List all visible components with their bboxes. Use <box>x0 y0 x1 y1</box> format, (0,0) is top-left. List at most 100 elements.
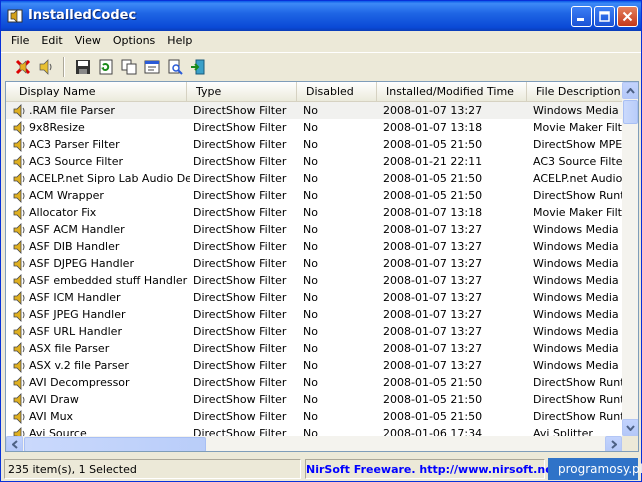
minimize-icon <box>577 18 584 21</box>
copy-button[interactable] <box>117 55 140 78</box>
table-row[interactable]: ACM Wrapper DirectShow Filter No 2008-01-05… <box>6 187 622 204</box>
cell-display-name: ASF ACM Handler <box>29 223 125 236</box>
cell-file-description: Windows Media Fil <box>533 359 622 372</box>
menu-edit[interactable]: Edit <box>35 31 68 51</box>
table-row[interactable]: ASF ICM Handler DirectShow Filter No 2008-0… <box>6 289 622 306</box>
scroll-down-button[interactable] <box>622 419 638 436</box>
cell-disabled: No <box>303 155 318 168</box>
cell-display-name: AVI Draw <box>29 393 79 406</box>
cell-type: DirectShow Filter <box>193 376 287 389</box>
nirsoft-link[interactable]: NirSoft Freeware. http://www.nirsoft.net <box>305 459 558 479</box>
cell-file-description: Movie Maker Filter <box>533 206 622 219</box>
table-row[interactable]: ASF URL Handler DirectShow Filter No 2008-0… <box>6 323 622 340</box>
close-button[interactable] <box>617 6 638 27</box>
table-row[interactable]: 9x8Resize DirectShow Filter No 2008-01-07 1… <box>6 119 622 136</box>
cell-file-description: DirectShow Runtim <box>533 189 622 202</box>
save-button[interactable] <box>71 55 94 78</box>
cell-file-description: Windows Media Fil <box>533 325 622 338</box>
exit-button[interactable] <box>186 55 209 78</box>
cell-disabled: No <box>303 342 318 355</box>
menu-help[interactable]: Help <box>161 31 198 51</box>
cell-disabled: No <box>303 206 318 219</box>
status-bar: 235 item(s), 1 Selected NirSoft Freeware… <box>1 455 642 481</box>
table-row[interactable]: ASF DIB Handler DirectShow Filter No 2008-0… <box>6 238 622 255</box>
cell-type: DirectShow Filter <box>193 393 287 406</box>
cell-display-name: AVI Decompressor <box>29 376 130 389</box>
column-disabled[interactable]: Disabled <box>297 82 377 101</box>
cell-file-description: DirectShow Runtim <box>533 393 622 406</box>
cell-installed-time: 2008-01-07 13:27 <box>383 257 483 270</box>
properties-icon <box>144 60 159 73</box>
cell-disabled: No <box>303 359 318 372</box>
cell-type: DirectShow Filter <box>193 274 287 287</box>
menu-view[interactable]: View <box>69 31 107 51</box>
menu-file[interactable]: File <box>5 31 35 51</box>
cell-installed-time: 2008-01-05 21:50 <box>383 172 483 185</box>
table-row[interactable]: AC3 Parser Filter DirectShow Filter No 2008… <box>6 136 622 153</box>
cell-disabled: No <box>303 121 318 134</box>
cell-disabled: No <box>303 393 318 406</box>
cell-type: DirectShow Filter <box>193 325 287 338</box>
horizontal-scroll-thumb[interactable] <box>24 437 206 451</box>
menu-bar: File Edit View Options Help <box>1 31 641 51</box>
maximize-button[interactable] <box>594 6 615 27</box>
column-type[interactable]: Type <box>187 82 297 101</box>
horizontal-scrollbar[interactable] <box>6 436 622 451</box>
chevron-right-icon <box>610 440 617 449</box>
cell-disabled: No <box>303 376 318 389</box>
cell-installed-time: 2008-01-05 21:50 <box>383 410 483 423</box>
refresh-button[interactable] <box>94 55 117 78</box>
scroll-right-button[interactable] <box>605 436 622 451</box>
disable-button[interactable] <box>11 55 34 78</box>
cell-display-name: ACELP.net Sipro Lab Audio De... <box>29 172 190 185</box>
table-row[interactable]: Allocator Fix DirectShow Filter No 2008-01-… <box>6 204 622 221</box>
properties-button[interactable] <box>140 55 163 78</box>
table-row[interactable]: ASF embedded stuff Handler DirectShow Fil… <box>6 272 622 289</box>
enable-icon <box>39 58 51 75</box>
table-row[interactable]: ASF JPEG Handler DirectShow Filter No 2008-… <box>6 306 622 323</box>
cell-disabled: No <box>303 325 318 338</box>
disable-icon <box>15 59 30 74</box>
table-row[interactable]: AVI Decompressor DirectShow Filter No 2008-… <box>6 374 622 391</box>
table-row[interactable]: .RAM file Parser DirectShow Filter No 2008-… <box>6 102 622 119</box>
cell-display-name: AVI Mux <box>29 410 74 423</box>
table-row[interactable]: ACELP.net Sipro Lab Audio De... DirectSho… <box>6 170 622 187</box>
menu-options[interactable]: Options <box>107 31 161 51</box>
cell-type: DirectShow Filter <box>193 342 287 355</box>
cell-file-description: ACELP.net Audio D <box>533 172 622 185</box>
codec-list[interactable]: Display Name Type Disabled Installed/Mod… <box>5 81 639 452</box>
column-display-name[interactable]: Display Name <box>6 82 187 101</box>
cell-display-name: ASX file Parser <box>29 342 110 355</box>
cell-disabled: No <box>303 223 318 236</box>
list-rows: .RAM file Parser DirectShow Filter No 2008-… <box>6 102 622 437</box>
enable-button[interactable] <box>34 55 57 78</box>
title-bar[interactable]: InstalledCodec <box>1 1 641 31</box>
refresh-icon <box>99 59 112 74</box>
find-button[interactable] <box>163 55 186 78</box>
vertical-scroll-thumb[interactable] <box>623 100 638 124</box>
minimize-button[interactable] <box>571 6 592 27</box>
cell-type: DirectShow Filter <box>193 223 287 236</box>
cell-type: DirectShow Filter <box>193 257 287 270</box>
cell-file-description: DirectShow Runtim <box>533 376 622 389</box>
cell-installed-time: 2008-01-07 13:18 <box>383 121 483 134</box>
chevron-up-icon <box>626 87 635 94</box>
table-row[interactable]: ASX file Parser DirectShow Filter No 2008-0… <box>6 340 622 357</box>
cell-installed-time: 2008-01-07 13:27 <box>383 325 483 338</box>
table-row[interactable]: AC3 Source Filter DirectShow Filter No 2008… <box>6 153 622 170</box>
scroll-up-button[interactable] <box>622 82 638 99</box>
column-file-description[interactable]: File Description <box>527 82 622 101</box>
maximize-icon <box>599 11 610 22</box>
vertical-scrollbar[interactable] <box>622 82 638 436</box>
table-row[interactable]: ASX v.2 file Parser DirectShow Filter No 20… <box>6 357 622 374</box>
table-row[interactable]: ASF DJPEG Handler DirectShow Filter No 2008… <box>6 255 622 272</box>
exit-icon <box>190 59 204 74</box>
column-installed-time[interactable]: Installed/Modified Time <box>377 82 527 101</box>
table-row[interactable]: AVI Draw DirectShow Filter No 2008-01-05 21… <box>6 391 622 408</box>
scrollbar-corner <box>622 436 638 451</box>
table-row[interactable]: AVI Mux DirectShow Filter No 2008-01-05 21:… <box>6 408 622 425</box>
cell-installed-time: 2008-01-05 21:50 <box>383 393 483 406</box>
table-row[interactable]: ASF ACM Handler DirectShow Filter No 2008-0… <box>6 221 622 238</box>
cell-disabled: No <box>303 172 318 185</box>
scroll-left-button[interactable] <box>6 436 23 451</box>
